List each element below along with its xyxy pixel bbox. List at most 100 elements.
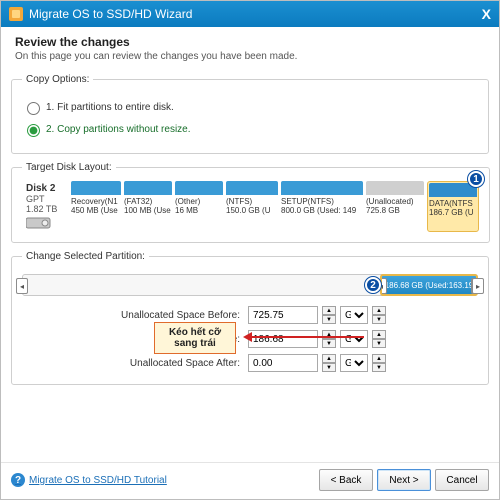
after-spinner: ▲ ▼	[322, 354, 336, 372]
partition-size: 450 MB (Use	[71, 206, 121, 215]
cancel-button[interactable]: Cancel	[435, 469, 489, 491]
callout-1: 1	[468, 171, 484, 187]
before-unit[interactable]: GB	[340, 306, 368, 324]
after-input[interactable]	[248, 354, 318, 372]
partition-bar	[366, 181, 424, 195]
radio-fit-input[interactable]	[27, 102, 40, 115]
size-input[interactable]	[248, 330, 318, 348]
slider-data-segment[interactable]: ◂ 186.68 GB (Used:163.19 ▸	[381, 275, 477, 295]
segment-handle-left[interactable]: ◂	[381, 278, 387, 294]
change-selected-legend: Change Selected Partition:	[22, 251, 149, 262]
titlebar: Migrate OS to SSD/HD Wizard X	[1, 1, 499, 27]
radio-noresize-input[interactable]	[27, 124, 40, 137]
before-spinner: ▲ ▼	[322, 306, 336, 324]
partition-size: 150.0 GB (U	[226, 206, 278, 215]
disk-name: Disk 2	[26, 183, 64, 194]
partition-bar	[175, 181, 223, 195]
disk-icon	[26, 216, 54, 230]
partition-bar	[429, 183, 477, 197]
partition-size: 725.8 GB	[366, 206, 424, 215]
next-button[interactable]: Next >	[377, 469, 431, 491]
spin-up[interactable]: ▲	[372, 354, 386, 363]
partition-size: 186.7 GB (U	[429, 208, 477, 217]
target-disk-layout-group: Target Disk Layout: Disk 2 GPT 1.82 TB R…	[11, 162, 490, 243]
partition-label: (FAT32)	[124, 197, 172, 206]
close-icon[interactable]: X	[482, 6, 491, 22]
partition-label: Recovery(N1	[71, 197, 121, 206]
partition-setup[interactable]: SETUP(NTFS) 800.0 GB (Used: 149	[281, 181, 363, 232]
radio-fit-label: 1. Fit partitions to entire disk.	[46, 102, 174, 113]
spin-down[interactable]: ▼	[372, 315, 386, 324]
slider-unallocated	[23, 275, 381, 295]
chevron-right-icon: ▸	[476, 282, 480, 291]
wizard-body: Copy Options: 1. Fit partitions to entir…	[1, 68, 499, 462]
radio-fit-partitions[interactable]: 1. Fit partitions to entire disk.	[22, 99, 478, 115]
spin-down[interactable]: ▼	[322, 339, 336, 348]
partition-recovery[interactable]: Recovery(N1 450 MB (Use	[71, 181, 121, 232]
unit-spinner: ▲ ▼	[372, 330, 386, 348]
radio-noresize-label: 2. Copy partitions without resize.	[46, 124, 191, 135]
spin-down[interactable]: ▼	[372, 363, 386, 372]
help-icon: ?	[11, 473, 25, 487]
size-unit[interactable]: GB	[340, 330, 368, 348]
partition-size: 800.0 GB (Used: 149	[281, 206, 363, 215]
copy-options-group: Copy Options: 1. Fit partitions to entir…	[11, 74, 489, 154]
partition-label: (NTFS)	[226, 197, 278, 206]
window-title: Migrate OS to SSD/HD Wizard	[29, 7, 482, 21]
chevron-left-icon: ◂	[381, 282, 383, 291]
partition-label: (Other)	[175, 197, 223, 206]
partition-size: 100 MB (Use	[124, 206, 172, 215]
before-label: Unallocated Space Before:	[114, 310, 244, 321]
disk-layout: Disk 2 GPT 1.82 TB Recovery(N1 450 MB (U…	[22, 181, 479, 232]
spin-down[interactable]: ▼	[322, 315, 336, 324]
partition-label: (Unallocated)	[366, 197, 424, 206]
track-handle-right[interactable]: ▸	[472, 278, 484, 294]
annotation-hint: Kéo hết cỡ sang trái	[154, 322, 236, 354]
disk-header: Disk 2 GPT 1.82 TB	[22, 181, 68, 232]
partition-size: 16 MB	[175, 206, 223, 215]
partition-ntfs[interactable]: (NTFS) 150.0 GB (U	[226, 181, 278, 232]
back-button[interactable]: < Back	[319, 469, 373, 491]
unit-spinner: ▲ ▼	[372, 354, 386, 372]
page-header: Review the changes On this page you can …	[1, 27, 499, 68]
callout-2: 2	[365, 277, 381, 293]
partition-slider: ◂ 2 ◂ 186.68 GB (Used:163.19 ▸ ▸	[22, 274, 478, 296]
chevron-left-icon: ◂	[20, 282, 24, 291]
spin-up[interactable]: ▲	[372, 306, 386, 315]
app-icon	[9, 7, 23, 21]
radio-no-resize[interactable]: 2. Copy partitions without resize.	[22, 121, 478, 137]
disk-scheme: GPT	[26, 194, 64, 204]
spin-down[interactable]: ▼	[372, 339, 386, 348]
partition-bar	[71, 181, 121, 195]
spin-down[interactable]: ▼	[322, 363, 336, 372]
page-subtitle: On this page you can review the changes …	[15, 51, 485, 62]
segment-label: 186.68 GB (Used:163.19	[385, 281, 474, 290]
target-layout-legend: Target Disk Layout:	[22, 162, 116, 173]
after-unit[interactable]: GB	[340, 354, 368, 372]
spin-up[interactable]: ▲	[322, 306, 336, 315]
partition-other[interactable]: (Other) 16 MB	[175, 181, 223, 232]
spin-up[interactable]: ▲	[372, 330, 386, 339]
copy-options-legend: Copy Options:	[22, 74, 93, 85]
slider-track[interactable]: ◂ 2 ◂ 186.68 GB (Used:163.19 ▸ ▸	[22, 274, 478, 296]
tutorial-link[interactable]: ? Migrate OS to SSD/HD Tutorial	[11, 473, 167, 487]
annotation-arrow	[246, 336, 364, 338]
partition-bar	[124, 181, 172, 195]
partition-label: DATA(NTFS	[429, 199, 477, 208]
spin-up[interactable]: ▲	[322, 354, 336, 363]
partition-bar	[281, 181, 363, 195]
wizard-footer: ? Migrate OS to SSD/HD Tutorial < Back N…	[1, 462, 499, 499]
unit-spinner: ▲ ▼	[372, 306, 386, 324]
before-input[interactable]	[248, 306, 318, 324]
partition-unallocated[interactable]: (Unallocated) 725.8 GB	[366, 181, 424, 232]
tutorial-label: Migrate OS to SSD/HD Tutorial	[29, 475, 167, 486]
partition-label: SETUP(NTFS)	[281, 197, 363, 206]
track-handle-left[interactable]: ◂	[16, 278, 28, 294]
change-selected-group: Change Selected Partition: ◂ 2 ◂ 186.68 …	[11, 251, 489, 385]
size-spinner: ▲ ▼	[322, 330, 336, 348]
partition-data-selected[interactable]: 1 DATA(NTFS 186.7 GB (U	[427, 181, 479, 232]
partition-fat32[interactable]: (FAT32) 100 MB (Use	[124, 181, 172, 232]
disk-size: 1.82 TB	[26, 204, 64, 214]
page-title: Review the changes	[15, 35, 485, 49]
after-label: Unallocated Space After:	[114, 358, 244, 369]
